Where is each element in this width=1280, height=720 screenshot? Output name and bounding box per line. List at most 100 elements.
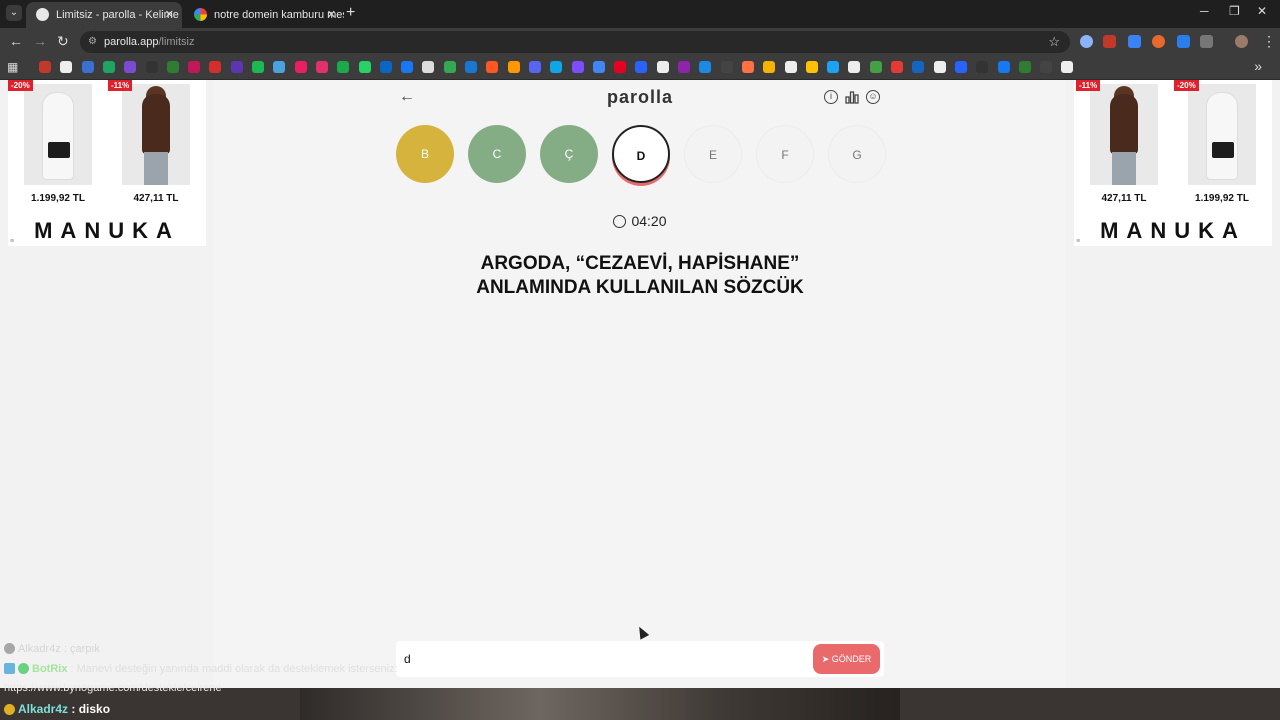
bookmark-icon[interactable]: [1061, 61, 1074, 73]
bookmark-icon[interactable]: [741, 61, 754, 73]
bookmark-icon[interactable]: [592, 61, 605, 73]
bookmark-icon[interactable]: [656, 61, 669, 73]
bookmark-icon[interactable]: [60, 61, 73, 73]
bookmark-icon[interactable]: [997, 61, 1010, 73]
extension-icon[interactable]: [1080, 35, 1093, 48]
ad-choices-icon[interactable]: ≡: [1076, 238, 1080, 245]
google-favicon-icon: [194, 8, 207, 21]
chat-message: BotRix : Manevi desteğin yanında maddi o…: [4, 663, 398, 675]
bookmark-icon[interactable]: [784, 61, 797, 73]
bookmark-icon[interactable]: [358, 61, 371, 73]
extension-icon[interactable]: [1128, 35, 1141, 48]
letter-circle-d: D: [612, 125, 670, 183]
info-icon[interactable]: i: [824, 90, 838, 104]
ad-product[interactable]: 427,11 TL: [1090, 84, 1158, 204]
ad-product[interactable]: 1.199,92 TL: [24, 84, 92, 204]
ad-choices-icon[interactable]: ≡: [10, 238, 14, 245]
reload-button[interactable]: ↻: [57, 33, 69, 50]
bookmark-icon[interactable]: [699, 61, 712, 73]
tab-title: notre domein kamburu meslek: [214, 9, 344, 21]
maximize-button[interactable]: ❐: [1229, 4, 1240, 18]
bookmark-icon[interactable]: [912, 61, 925, 73]
bookmark-icon[interactable]: [465, 61, 477, 73]
extension-icon[interactable]: [1152, 35, 1165, 48]
bookmark-icon[interactable]: [635, 61, 648, 73]
bookmark-icon[interactable]: [145, 61, 158, 73]
ad-product[interactable]: 1.199,92 TL: [1188, 84, 1256, 204]
bookmark-icon[interactable]: [39, 61, 51, 73]
bookmark-icon[interactable]: [81, 61, 94, 73]
bookmark-icon[interactable]: [614, 61, 627, 73]
bookmark-icon[interactable]: [166, 61, 179, 73]
minimize-button[interactable]: ─: [1200, 4, 1209, 18]
bookmark-icon[interactable]: [273, 61, 286, 73]
back-arrow-icon[interactable]: ←: [399, 88, 415, 106]
bookmark-icon[interactable]: [294, 61, 307, 73]
send-button[interactable]: ➤ GÖNDER: [813, 644, 880, 674]
bookmark-icon[interactable]: [1018, 61, 1031, 73]
forward-button[interactable]: →: [33, 33, 47, 49]
new-tab-button[interactable]: +: [346, 4, 355, 22]
bookmarks-overflow-icon[interactable]: »: [1254, 58, 1262, 74]
bookmark-icon[interactable]: [230, 61, 243, 73]
bookmark-icon[interactable]: [443, 61, 456, 73]
bookmark-icon[interactable]: [848, 61, 861, 73]
browser-menu-icon[interactable]: ⋮: [1262, 33, 1276, 50]
bookmark-icon[interactable]: [678, 61, 690, 73]
bookmark-icon[interactable]: [188, 61, 201, 73]
bookmark-star-icon[interactable]: ☆: [1048, 31, 1060, 53]
site-info-icon[interactable]: ⚙: [88, 31, 97, 53]
back-button[interactable]: ←: [9, 33, 23, 49]
page: 1.199,92 TL -20% 427,11 TL -11% MANUKA ≡…: [0, 80, 1280, 688]
bookmark-icon[interactable]: [1040, 61, 1053, 73]
extensions-puzzle-icon[interactable]: [1200, 35, 1213, 48]
browser-toolbar: ← → ↻ ⚙ parolla.app/limitsiz ☆ ⋮: [0, 28, 1280, 56]
tab-search[interactable]: notre domein kamburu meslek ✕: [184, 2, 344, 28]
close-window-button[interactable]: ✕: [1257, 4, 1267, 18]
ad-product[interactable]: 427,11 TL: [122, 84, 190, 204]
bookmark-icon[interactable]: [891, 61, 903, 73]
letter-circle-ç: Ç: [540, 125, 598, 183]
bookmark-icon[interactable]: [486, 61, 499, 73]
bookmark-icon[interactable]: [528, 61, 541, 73]
bookmark-icon[interactable]: [571, 61, 584, 73]
bookmark-icon[interactable]: [763, 61, 776, 73]
close-tab-icon[interactable]: ✕: [327, 2, 336, 28]
profile-avatar[interactable]: [1235, 35, 1248, 48]
bookmark-icon[interactable]: [954, 61, 967, 73]
bookmark-icon[interactable]: [827, 61, 840, 73]
bookmark-icon[interactable]: [550, 61, 563, 73]
bookmark-icon[interactable]: [379, 61, 392, 73]
discount-badge: -20%: [8, 80, 33, 91]
bookmark-icon[interactable]: [102, 61, 115, 73]
ad-banner-right[interactable]: 427,11 TL -11% 1.199,92 TL -20% MANUKA ≡: [1074, 80, 1272, 246]
address-bar[interactable]: ⚙ parolla.app/limitsiz ☆: [80, 31, 1070, 53]
letter-circle-e: E: [684, 125, 742, 183]
bookmark-icon[interactable]: [976, 61, 989, 73]
tab-search-button[interactable]: ⌄: [6, 5, 22, 21]
bookmark-icon[interactable]: [933, 61, 946, 73]
bookmark-icon[interactable]: [252, 61, 264, 73]
bookmark-icon[interactable]: [869, 61, 882, 73]
bookmark-icon[interactable]: [720, 61, 733, 73]
url-host: parolla.app: [104, 36, 159, 48]
close-tab-icon[interactable]: ✕: [165, 2, 174, 28]
bookmark-icon[interactable]: [805, 61, 818, 73]
answer-input[interactable]: [404, 650, 784, 668]
extension-icon[interactable]: [1177, 35, 1190, 48]
apps-grid-icon[interactable]: ▦: [7, 60, 18, 74]
chat-message: Alkadr4z : disko: [4, 702, 110, 716]
extension-icon[interactable]: [1103, 35, 1116, 48]
bookmark-icon[interactable]: [422, 61, 435, 73]
bookmark-icon[interactable]: [209, 61, 222, 73]
stats-chart-icon[interactable]: [845, 90, 859, 104]
bookmark-icon[interactable]: [401, 61, 414, 73]
bookmark-icon[interactable]: [315, 61, 328, 73]
profile-icon[interactable]: ☺: [866, 90, 880, 104]
bookmark-icon[interactable]: [337, 61, 350, 73]
tab-parolla[interactable]: Limitsiz - parolla - Kelime oyunu ✕: [26, 2, 182, 28]
bookmark-icon[interactable]: [507, 61, 520, 73]
bookmark-icon[interactable]: [124, 61, 137, 73]
ad-banner-left[interactable]: 1.199,92 TL -20% 427,11 TL -11% MANUKA ≡: [8, 80, 206, 246]
product-image: [1090, 84, 1158, 185]
